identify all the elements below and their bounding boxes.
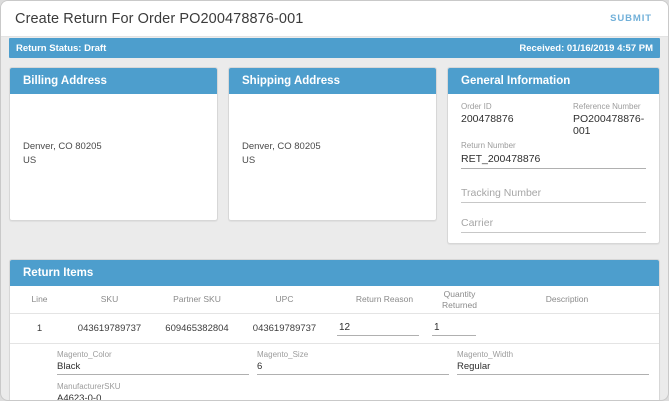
magento-size-input[interactable] — [257, 361, 449, 375]
magento-size-field: Magento_Size — [257, 350, 449, 375]
magento-width-input[interactable] — [457, 361, 649, 375]
billing-address-line: US — [23, 154, 204, 168]
reference-number-label: Reference Number — [573, 102, 646, 111]
return-items-title: Return Items — [10, 260, 659, 286]
submit-button[interactable]: SUBMIT — [610, 13, 652, 24]
table-row: 1 043619789737 609465382804 043619789737 — [10, 314, 659, 344]
shipping-address-title: Shipping Address — [229, 68, 436, 94]
shipping-address-line: US — [242, 154, 423, 168]
column-header-description: Description — [487, 294, 647, 304]
magento-width-field: Magento_Width — [457, 350, 649, 375]
return-reason-input[interactable] — [337, 322, 419, 336]
carrier-input[interactable] — [461, 216, 646, 233]
title-bar: Create Return For Order PO200478876-001 … — [1, 1, 668, 37]
column-header-partner-sku: Partner SKU — [162, 294, 232, 304]
reference-number-field: Reference Number PO200478876-001 — [573, 102, 646, 137]
magento-color-input[interactable] — [57, 361, 249, 375]
magento-color-label: Magento_Color — [57, 350, 249, 359]
return-items-card: Return Items Line SKU Partner SKU UPC Re… — [9, 259, 660, 401]
magento-width-label: Magento_Width — [457, 350, 649, 359]
manufacturer-sku-input[interactable] — [57, 393, 249, 401]
tracking-number-input[interactable] — [461, 186, 646, 203]
general-information-title: General Information — [448, 68, 659, 94]
status-bar: Return Status: Draft Received: 01/16/201… — [9, 38, 660, 58]
column-header-upc: UPC — [232, 294, 337, 304]
order-id-label: Order ID — [461, 102, 573, 111]
quantity-returned-input[interactable] — [432, 322, 476, 336]
received-date-text: Received: 01/16/2019 4:57 PM — [519, 43, 653, 54]
return-status-text: Return Status: Draft — [16, 43, 106, 54]
order-id-field: Order ID 200478876 — [461, 102, 573, 137]
cell-partner-sku: 609465382804 — [162, 323, 232, 334]
info-cards-row: Billing Address Denver, CO 80205 US Ship… — [9, 67, 660, 244]
page-title: Create Return For Order PO200478876-001 — [15, 11, 303, 27]
item-attributes-section: Magento_Color Magento_Size Magento_Width… — [10, 344, 659, 401]
billing-address-card: Billing Address Denver, CO 80205 US — [9, 67, 218, 221]
billing-address-title: Billing Address — [10, 68, 217, 94]
order-id-value: 200478876 — [461, 113, 573, 125]
app-window: Create Return For Order PO200478876-001 … — [0, 0, 669, 401]
reference-number-value: PO200478876-001 — [573, 113, 646, 137]
cell-upc: 043619789737 — [232, 323, 337, 334]
column-header-sku: SKU — [57, 294, 162, 304]
manufacturer-sku-field: ManufacturerSKU — [57, 382, 249, 401]
return-number-label: Return Number — [461, 141, 646, 150]
magento-size-label: Magento_Size — [257, 350, 449, 359]
general-information-card: General Information Order ID 200478876 R… — [447, 67, 660, 244]
billing-address-body: Denver, CO 80205 US — [10, 94, 217, 168]
column-header-line: Line — [22, 294, 57, 304]
cell-sku: 043619789737 — [57, 323, 162, 334]
manufacturer-sku-label: ManufacturerSKU — [57, 382, 249, 391]
magento-color-field: Magento_Color — [57, 350, 249, 375]
shipping-address-body: Denver, CO 80205 US — [229, 94, 436, 168]
shipping-address-line: Denver, CO 80205 — [242, 140, 423, 154]
cell-line: 1 — [22, 323, 57, 334]
items-table-header: Line SKU Partner SKU UPC Return Reason Q… — [10, 286, 659, 314]
return-number-input[interactable] — [461, 152, 646, 169]
billing-address-line: Denver, CO 80205 — [23, 140, 204, 154]
column-header-quantity-returned: Quantity Returned — [432, 289, 487, 309]
column-header-return-reason: Return Reason — [337, 294, 432, 304]
shipping-address-card: Shipping Address Denver, CO 80205 US — [228, 67, 437, 221]
